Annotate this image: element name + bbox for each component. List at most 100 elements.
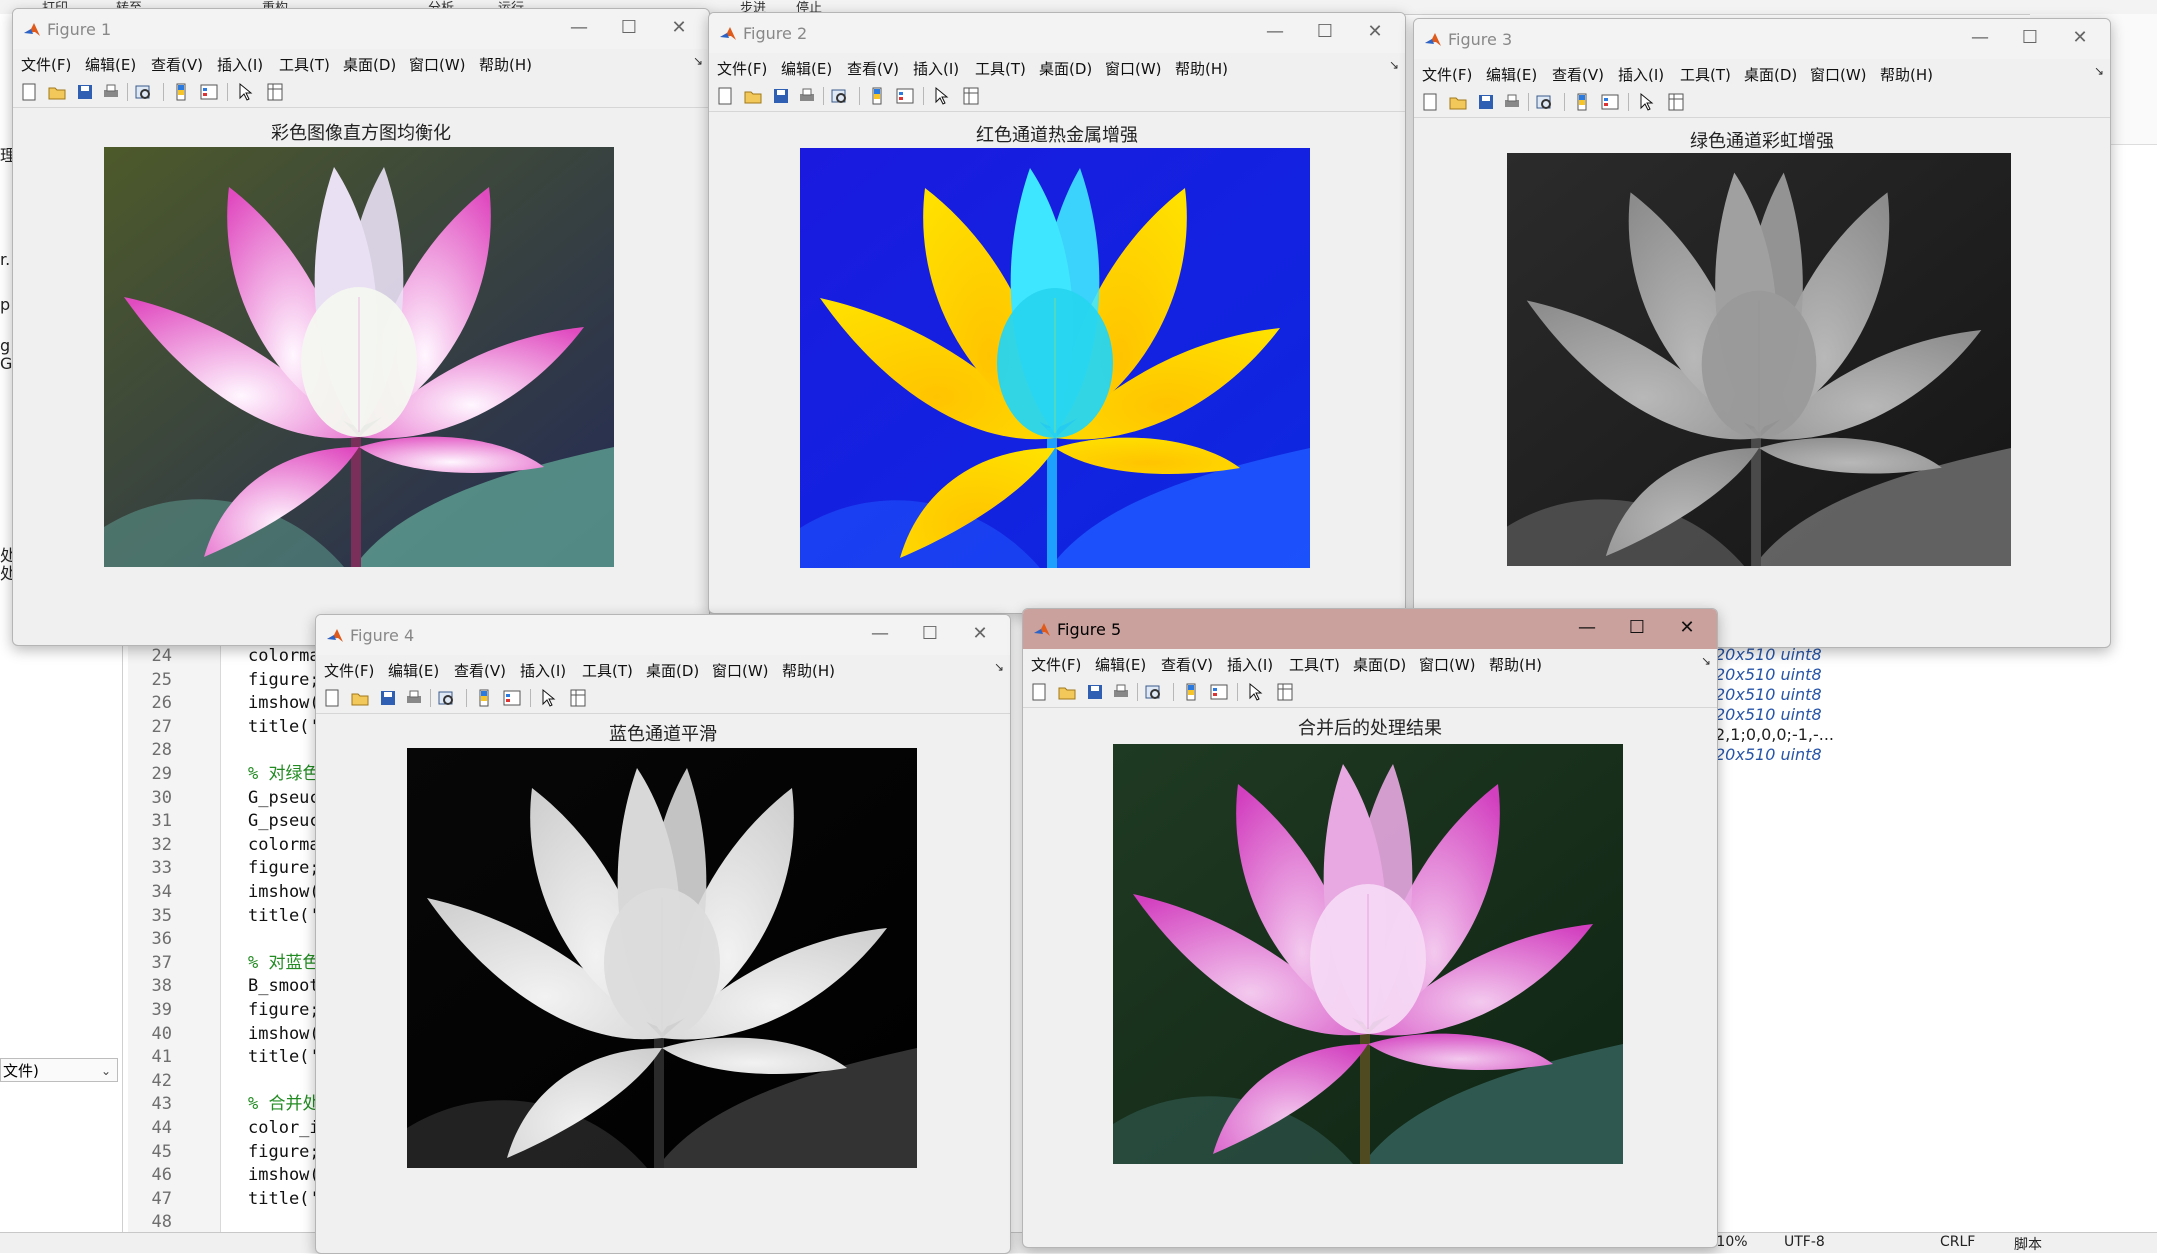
property-inspector-icon[interactable] bbox=[265, 82, 285, 102]
new-figure-icon[interactable] bbox=[19, 82, 39, 102]
figure-1-titlebar[interactable]: Figure 1 — ☐ ✕ bbox=[13, 9, 709, 49]
close-button[interactable]: ✕ bbox=[1355, 17, 1395, 47]
menu-item-2[interactable]: 查看(V) bbox=[1552, 64, 1604, 85]
figure-5-window[interactable]: Figure 5 — ☐ ✕ 文件(F) 编辑(E) 查看(V) 插入(I) 工具(T)… bbox=[1022, 608, 1718, 1248]
menu-item-2[interactable]: 查看(V) bbox=[454, 660, 506, 681]
open-file-icon[interactable] bbox=[47, 82, 67, 102]
insert-colorbar-icon[interactable] bbox=[474, 688, 494, 708]
menu-item-6[interactable]: 窗口(W) bbox=[1810, 64, 1867, 85]
print-icon[interactable] bbox=[797, 86, 817, 106]
menu-item-0[interactable]: 文件(F) bbox=[717, 58, 767, 79]
figure-3-window[interactable]: Figure 3 — ☐ ✕ 文件(F) 编辑(E) 查看(V) 插入(I) 工具(T)… bbox=[1413, 18, 2111, 648]
menu-item-5[interactable]: 桌面(D) bbox=[1039, 58, 1092, 79]
menu-item-5[interactable]: 桌面(D) bbox=[1744, 64, 1797, 85]
insert-legend-icon[interactable] bbox=[895, 86, 915, 106]
menu-item-2[interactable]: 查看(V) bbox=[847, 58, 899, 79]
menu-overflow-arrow-icon[interactable]: ↘ bbox=[693, 54, 703, 68]
code-line[interactable]: % 对绿色 bbox=[248, 763, 319, 786]
workspace-value[interactable]: 20x510 uint8 bbox=[1715, 665, 1822, 685]
code-line[interactable]: G_pseuc bbox=[248, 787, 320, 810]
maximize-button[interactable]: ☐ bbox=[2010, 23, 2050, 53]
folder-filter-dropdown[interactable]: 文件) ⌄ bbox=[0, 1058, 118, 1082]
menu-item-6[interactable]: 窗口(W) bbox=[1105, 58, 1162, 79]
menu-item-1[interactable]: 编辑(E) bbox=[1095, 654, 1146, 675]
insert-colorbar-icon[interactable] bbox=[1181, 682, 1201, 702]
code-line[interactable]: imshow( bbox=[248, 1164, 320, 1187]
menu-item-1[interactable]: 编辑(E) bbox=[781, 58, 832, 79]
minimize-button[interactable]: — bbox=[860, 619, 900, 649]
menu-item-4[interactable]: 工具(T) bbox=[1289, 654, 1340, 675]
figure-4-titlebar[interactable]: Figure 4 — ☐ ✕ bbox=[316, 615, 1010, 655]
workspace-value[interactable]: 20x510 uint8 bbox=[1715, 645, 1822, 665]
insert-colorbar-icon[interactable] bbox=[1572, 92, 1592, 112]
maximize-button[interactable]: ☐ bbox=[609, 13, 649, 43]
menu-item-3[interactable]: 插入(I) bbox=[1227, 654, 1273, 675]
menu-item-1[interactable]: 编辑(E) bbox=[85, 54, 136, 75]
figure-2-titlebar[interactable]: Figure 2 — ☐ ✕ bbox=[709, 13, 1405, 53]
code-line[interactable]: imshow( bbox=[248, 881, 320, 904]
edit-plot-arrow-icon[interactable] bbox=[1245, 682, 1265, 702]
edit-plot-arrow-icon[interactable] bbox=[1636, 92, 1656, 112]
save-icon[interactable] bbox=[771, 86, 791, 106]
menu-item-1[interactable]: 编辑(E) bbox=[1486, 64, 1537, 85]
figure-1-window[interactable]: Figure 1 — ☐ ✕ 文件(F) 编辑(E) 查看(V) 插入(I) 工具(T)… bbox=[12, 8, 710, 646]
save-icon[interactable] bbox=[1476, 92, 1496, 112]
menu-item-7[interactable]: 帮助(H) bbox=[782, 660, 835, 681]
code-line[interactable]: colorma bbox=[248, 645, 320, 668]
menu-item-5[interactable]: 桌面(D) bbox=[1353, 654, 1406, 675]
close-button[interactable]: ✕ bbox=[659, 13, 699, 43]
close-button[interactable]: ✕ bbox=[2060, 23, 2100, 53]
menu-item-2[interactable]: 查看(V) bbox=[1161, 654, 1213, 675]
minimize-button[interactable]: — bbox=[1255, 17, 1295, 47]
new-figure-icon[interactable] bbox=[715, 86, 735, 106]
menu-item-3[interactable]: 插入(I) bbox=[1618, 64, 1664, 85]
edit-plot-arrow-icon[interactable] bbox=[235, 82, 255, 102]
workspace-value[interactable]: 20x510 uint8 bbox=[1715, 705, 1822, 725]
property-inspector-icon[interactable] bbox=[961, 86, 981, 106]
menu-overflow-arrow-icon[interactable]: ↘ bbox=[994, 660, 1004, 674]
open-file-icon[interactable] bbox=[1448, 92, 1468, 112]
menu-item-7[interactable]: 帮助(H) bbox=[1489, 654, 1542, 675]
menu-item-6[interactable]: 窗口(W) bbox=[712, 660, 769, 681]
folder-item-fragment[interactable]: p bbox=[0, 295, 10, 314]
print-preview-icon[interactable] bbox=[1143, 682, 1163, 702]
maximize-button[interactable]: ☐ bbox=[1305, 17, 1345, 47]
print-icon[interactable] bbox=[1502, 92, 1522, 112]
property-inspector-icon[interactable] bbox=[568, 688, 588, 708]
menu-item-4[interactable]: 工具(T) bbox=[582, 660, 633, 681]
minimize-button[interactable]: — bbox=[559, 13, 599, 43]
minimize-button[interactable]: — bbox=[1960, 23, 2000, 53]
code-line[interactable]: figure; bbox=[248, 857, 320, 880]
code-line[interactable]: B_smoot bbox=[248, 975, 320, 998]
code-line[interactable]: title(' bbox=[248, 1188, 320, 1211]
edit-plot-arrow-icon[interactable] bbox=[538, 688, 558, 708]
code-line[interactable]: colorma bbox=[248, 834, 320, 857]
close-button[interactable]: ✕ bbox=[1667, 613, 1707, 643]
menu-item-3[interactable]: 插入(I) bbox=[217, 54, 263, 75]
insert-legend-icon[interactable] bbox=[1600, 92, 1620, 112]
workspace-value[interactable]: 2,1;0,0,0;-1,-... bbox=[1715, 725, 1834, 745]
menu-item-7[interactable]: 帮助(H) bbox=[1880, 64, 1933, 85]
code-line[interactable]: % 对蓝色 bbox=[248, 952, 319, 975]
open-file-icon[interactable] bbox=[350, 688, 370, 708]
print-preview-icon[interactable] bbox=[1534, 92, 1554, 112]
minimize-button[interactable]: — bbox=[1567, 613, 1607, 643]
menu-item-0[interactable]: 文件(F) bbox=[21, 54, 71, 75]
insert-legend-icon[interactable] bbox=[1209, 682, 1229, 702]
code-line[interactable]: title(' bbox=[248, 1046, 320, 1069]
save-icon[interactable] bbox=[378, 688, 398, 708]
menu-item-1[interactable]: 编辑(E) bbox=[388, 660, 439, 681]
code-line[interactable]: imshow( bbox=[248, 692, 320, 715]
folder-item-fragment[interactable]: g bbox=[0, 336, 10, 355]
code-line[interactable]: title(' bbox=[248, 905, 320, 928]
new-figure-icon[interactable] bbox=[1029, 682, 1049, 702]
property-inspector-icon[interactable] bbox=[1275, 682, 1295, 702]
code-line[interactable]: imshow( bbox=[248, 1023, 320, 1046]
figure-2-window[interactable]: Figure 2 — ☐ ✕ 文件(F) 编辑(E) 查看(V) 插入(I) 工具(T)… bbox=[708, 12, 1406, 614]
property-inspector-icon[interactable] bbox=[1666, 92, 1686, 112]
print-preview-icon[interactable] bbox=[829, 86, 849, 106]
chevron-down-icon[interactable]: ⌄ bbox=[101, 1059, 111, 1083]
menu-item-4[interactable]: 工具(T) bbox=[1680, 64, 1731, 85]
menu-item-6[interactable]: 窗口(W) bbox=[409, 54, 466, 75]
print-icon[interactable] bbox=[1111, 682, 1131, 702]
